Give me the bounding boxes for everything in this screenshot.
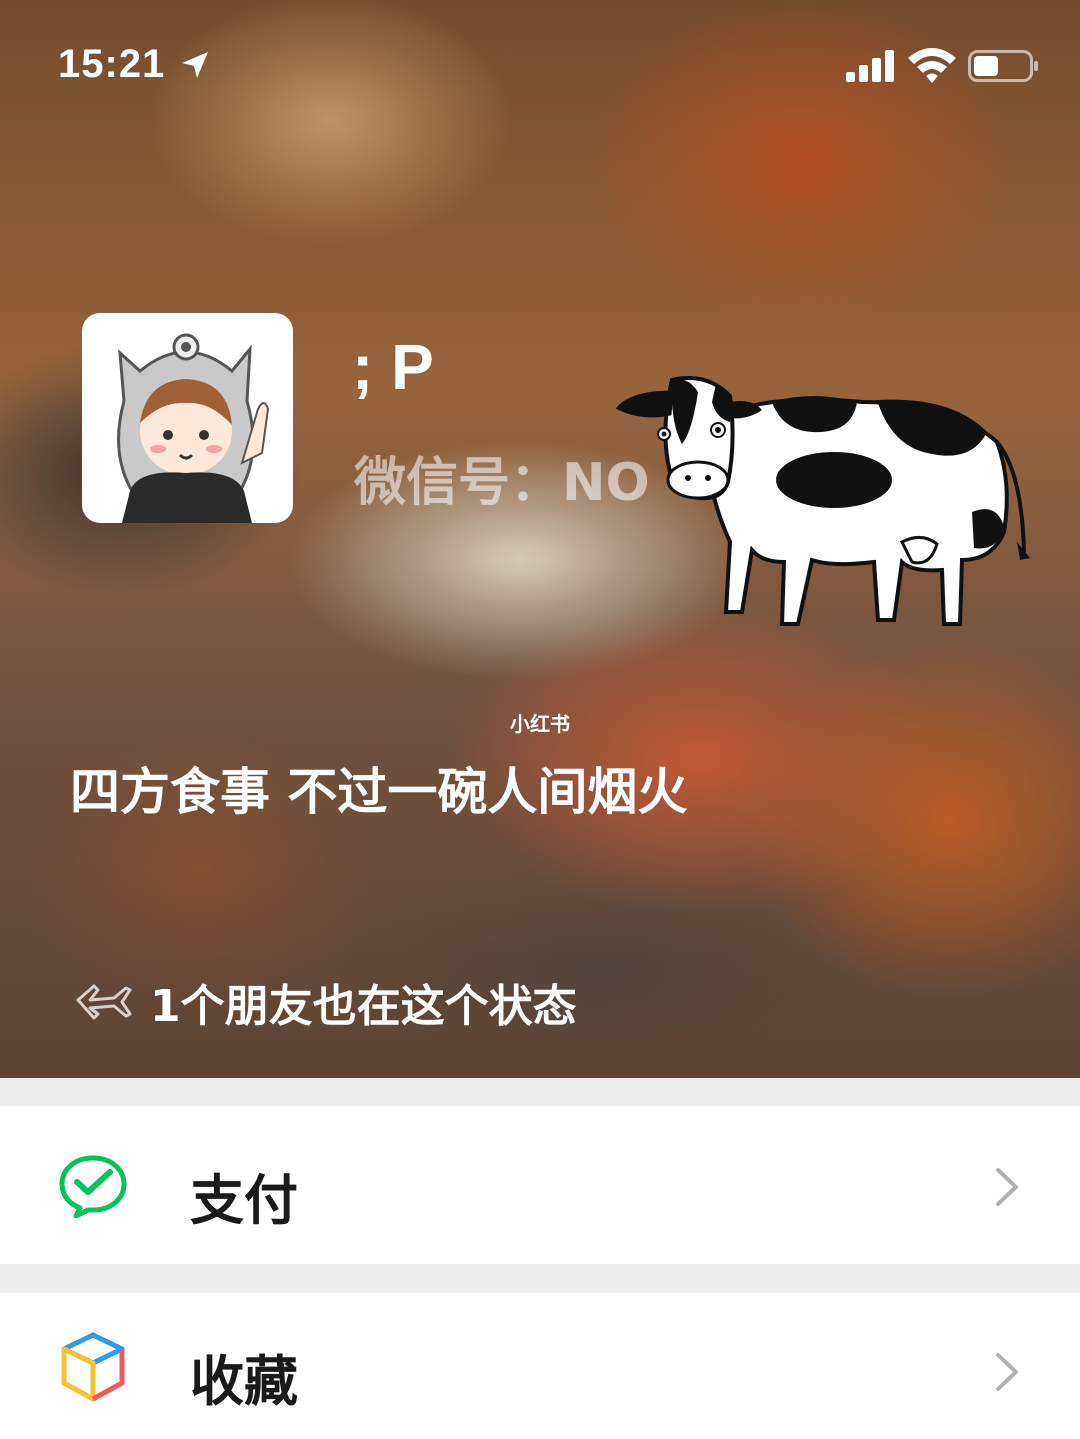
menu-item-pay-label: 支付 bbox=[190, 1169, 298, 1232]
friends-in-status-text[interactable]: 1个朋友也在这个状态 bbox=[150, 970, 577, 1034]
cow-sticker-icon bbox=[615, 376, 1030, 626]
menu-item-favorites[interactable]: 收藏 bbox=[0, 1293, 1080, 1439]
chevron-right-icon bbox=[996, 1353, 1018, 1391]
location-arrow-icon bbox=[182, 52, 208, 78]
status-bar-time: 15:21 bbox=[58, 42, 166, 86]
menu-item-pay[interactable]: 支付 bbox=[0, 1106, 1080, 1264]
nickname: ; P bbox=[352, 331, 434, 403]
cartoon-avatar-icon bbox=[117, 333, 270, 523]
chevron-right-icon bbox=[996, 1168, 1018, 1206]
signal-icon bbox=[846, 50, 894, 82]
wechat-id: 微信号：NO bbox=[354, 440, 650, 515]
watermark: 小红书 bbox=[510, 712, 570, 736]
wechat-pay-icon bbox=[59, 1155, 127, 1218]
favorites-cube-icon bbox=[61, 1332, 125, 1402]
wifi-icon bbox=[908, 48, 956, 83]
menu-item-favorites-label: 收藏 bbox=[190, 1350, 298, 1413]
plane-icon bbox=[76, 984, 132, 1020]
battery-icon bbox=[968, 50, 1038, 82]
avatar[interactable] bbox=[82, 313, 293, 523]
wechat-id-label: 微信号： bbox=[354, 453, 563, 513]
status-text[interactable]: 四方食事 不过一碗人间烟火 bbox=[70, 752, 687, 824]
